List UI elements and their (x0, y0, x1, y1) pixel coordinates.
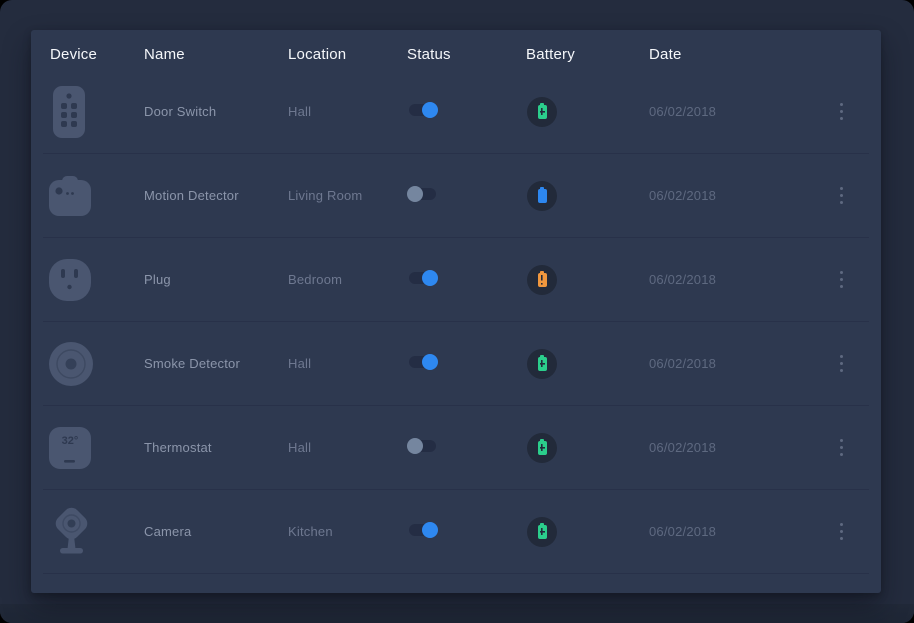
camera-icon (47, 506, 97, 558)
device-location: Kitchen (281, 524, 400, 539)
battery-indicator (527, 181, 557, 211)
device-location: Living Room (281, 188, 400, 203)
battery-icon (538, 273, 547, 287)
device-date: 06/02/2018 (642, 440, 792, 455)
toggle-knob (422, 354, 438, 370)
status-toggle[interactable] (409, 356, 436, 368)
devices-table: Device Name Location Status Battery Date (31, 30, 881, 593)
table-row: Door Switch Hall 06/02/2018 (43, 70, 869, 154)
device-name: Motion Detector (137, 188, 281, 203)
more-options-button[interactable] (836, 351, 847, 376)
more-options-button[interactable] (836, 267, 847, 292)
table-row: Smoke Detector Hall 06/02/2018 (43, 322, 869, 406)
device-date: 06/02/2018 (642, 524, 792, 539)
thermostat-icon: 32° (47, 425, 93, 471)
device-location: Hall (281, 440, 400, 455)
column-header-status: Status (400, 46, 519, 63)
device-date: 06/02/2018 (642, 356, 792, 371)
battery-icon (538, 525, 547, 539)
device-location: Bedroom (281, 272, 400, 287)
device-name: Thermostat (137, 440, 281, 455)
battery-indicator (527, 433, 557, 463)
battery-icon (538, 441, 547, 455)
motion-detector-icon (47, 173, 93, 219)
table-row: Camera Kitchen 06/02/2018 (43, 490, 869, 574)
device-location: Hall (281, 356, 400, 371)
window-bottom-band (0, 604, 914, 623)
status-toggle[interactable] (409, 188, 436, 200)
table-row: Plug Bedroom 06/02/2018 (43, 238, 869, 322)
battery-indicator (527, 97, 557, 127)
table-row: Motion Detector Living Room 06/02/2018 (43, 154, 869, 238)
device-name: Door Switch (137, 104, 281, 119)
toggle-knob (422, 522, 438, 538)
device-location: Hall (281, 104, 400, 119)
thermostat-temperature-label: 32° (62, 435, 79, 447)
device-name: Plug (137, 272, 281, 287)
toggle-knob (422, 270, 438, 286)
smoke-detector-icon (47, 340, 95, 388)
device-date: 06/02/2018 (642, 104, 792, 119)
battery-indicator (527, 349, 557, 379)
more-options-button[interactable] (836, 435, 847, 460)
toggle-knob (422, 102, 438, 118)
column-header-location: Location (281, 46, 400, 63)
remote-icon (47, 84, 91, 140)
battery-indicator (527, 265, 557, 295)
column-header-date: Date (642, 46, 792, 63)
more-options-button[interactable] (836, 183, 847, 208)
more-options-button[interactable] (836, 519, 847, 544)
plug-icon (47, 257, 93, 303)
status-toggle[interactable] (409, 104, 436, 116)
device-date: 06/02/2018 (642, 188, 792, 203)
device-date: 06/02/2018 (642, 272, 792, 287)
device-name: Smoke Detector (137, 356, 281, 371)
battery-icon (538, 105, 547, 119)
more-options-button[interactable] (836, 99, 847, 124)
status-toggle[interactable] (409, 272, 436, 284)
column-header-battery: Battery (519, 46, 642, 63)
toggle-knob (407, 186, 423, 202)
app-window: Device Name Location Status Battery Date (0, 0, 914, 623)
column-header-name: Name (137, 46, 281, 63)
status-toggle[interactable] (409, 440, 436, 452)
table-header: Device Name Location Status Battery Date (43, 30, 869, 70)
table-row: 32° Thermostat Hall 06/02/2018 (43, 406, 869, 490)
battery-icon (538, 357, 547, 371)
column-header-device: Device (43, 46, 137, 63)
battery-icon (538, 189, 547, 203)
toggle-knob (407, 438, 423, 454)
battery-indicator (527, 517, 557, 547)
device-name: Camera (137, 524, 281, 539)
status-toggle[interactable] (409, 524, 436, 536)
